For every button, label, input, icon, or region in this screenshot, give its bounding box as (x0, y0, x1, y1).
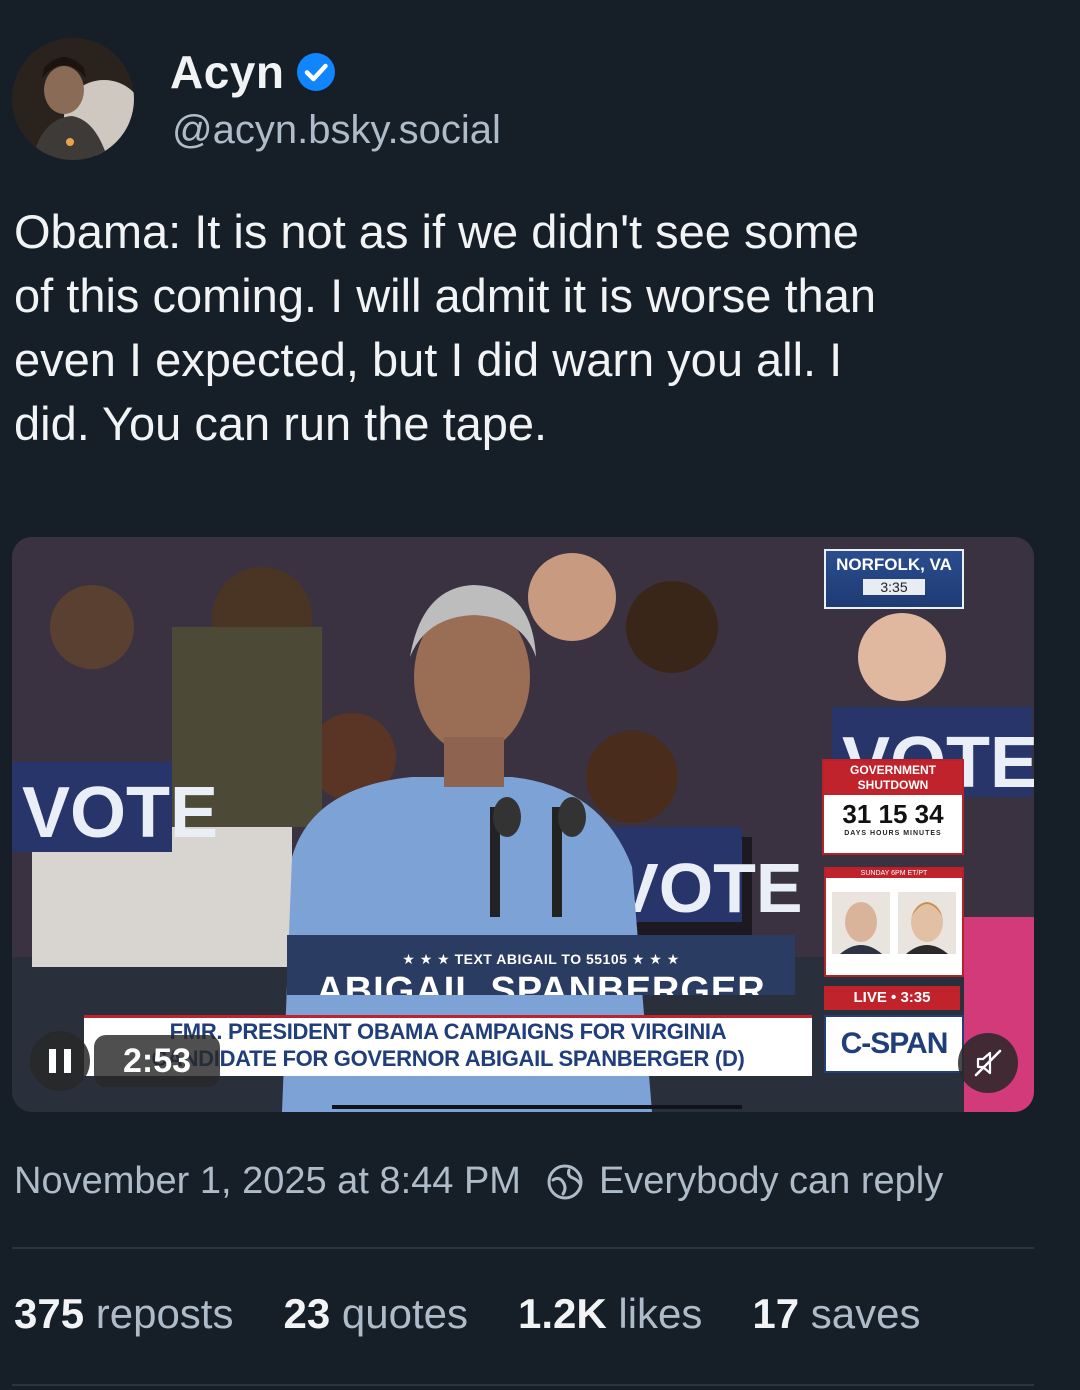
saves-stat[interactable]: 17 saves (752, 1290, 920, 1338)
author-name-row: Acyn (170, 42, 336, 102)
author-avatar[interactable] (12, 38, 134, 160)
shutdown-count: 31 15 34 (842, 799, 944, 829)
engagement-stats: 375 reposts 23 quotes 1.2K likes 17 save… (14, 1290, 971, 1338)
mute-button[interactable] (958, 1033, 1018, 1093)
podium-name: ABIGAIL SPANBERGER (316, 970, 766, 995)
divider-top (12, 1247, 1034, 1249)
reposts-stat[interactable]: 375 reposts (14, 1290, 233, 1338)
reposts-label: reposts (95, 1290, 234, 1337)
likes-count: 1.2K (517, 1290, 607, 1337)
author-display-name[interactable]: Acyn (170, 45, 284, 99)
likes-stat[interactable]: 1.2K likes (518, 1290, 702, 1338)
saves-label: saves (810, 1290, 921, 1337)
vote-sign-left: VOTE (22, 773, 218, 853)
shutdown-title: GOVERNMENT SHUTDOWN (824, 761, 962, 795)
reply-setting[interactable]: Everybody can reply (599, 1160, 943, 1203)
post-page: Acyn @acyn.bsky.social Obama: It is not … (0, 0, 1080, 1390)
location-badge: NORFOLK, VA 3:35 (824, 549, 964, 609)
video-elapsed-time: 2:53 (94, 1035, 220, 1087)
pause-button[interactable] (30, 1031, 90, 1091)
pause-icon-bar-right (64, 1049, 71, 1073)
avatar-image (12, 38, 134, 160)
location-time: 3:35 (863, 579, 925, 595)
post-timestamp[interactable]: November 1, 2025 at 8:44 PM (14, 1160, 521, 1203)
video-player[interactable]: VOTE VOTE VOTE NORFOLK, VA 3:35 GOVERNME… (12, 537, 1034, 1112)
shutdown-units: DAYS HOURS MINUTES (844, 830, 942, 837)
bookclub-portraits (832, 892, 956, 954)
network-logo: C-SPAN (824, 1015, 964, 1073)
quotes-label: quotes (341, 1290, 468, 1337)
verified-badge-icon[interactable] (296, 52, 336, 92)
author-handle[interactable]: @acyn.bsky.social (172, 108, 501, 153)
quotes-count: 23 (283, 1290, 331, 1337)
post-text: Obama: It is not as if we didn't see som… (14, 205, 876, 450)
location-city: NORFOLK, VA (836, 555, 952, 574)
bookclub-label: SUNDAY 6PM ET/PT (826, 869, 962, 878)
divider-bottom (12, 1384, 1034, 1386)
vote-sign-center: VOTE (612, 849, 803, 927)
quotes-stat[interactable]: 23 quotes (283, 1290, 468, 1338)
saves-count: 17 (752, 1290, 800, 1337)
pause-icon-bar-left (49, 1049, 56, 1073)
speaker-muted-icon (974, 1049, 1002, 1077)
post-meta-row: November 1, 2025 at 8:44 PM Everybody ca… (14, 1160, 943, 1203)
likes-label: likes (618, 1290, 703, 1337)
podium-text: ★ ★ ★ TEXT ABIGAIL TO 55105 ★ ★ ★ (402, 951, 680, 967)
video-progress-track[interactable] (332, 1105, 742, 1109)
podium-sign: ★ ★ ★ TEXT ABIGAIL TO 55105 ★ ★ ★ ABIGAI… (287, 935, 795, 995)
bookclub-promo: SUNDAY 6PM ET/PT (824, 867, 964, 977)
globe-icon (547, 1164, 583, 1199)
reposts-count: 375 (14, 1290, 85, 1337)
shutdown-counter: GOVERNMENT SHUTDOWN 31 15 34 DAYS HOURS … (822, 759, 964, 855)
live-indicator: LIVE • 3:35 (824, 986, 960, 1010)
